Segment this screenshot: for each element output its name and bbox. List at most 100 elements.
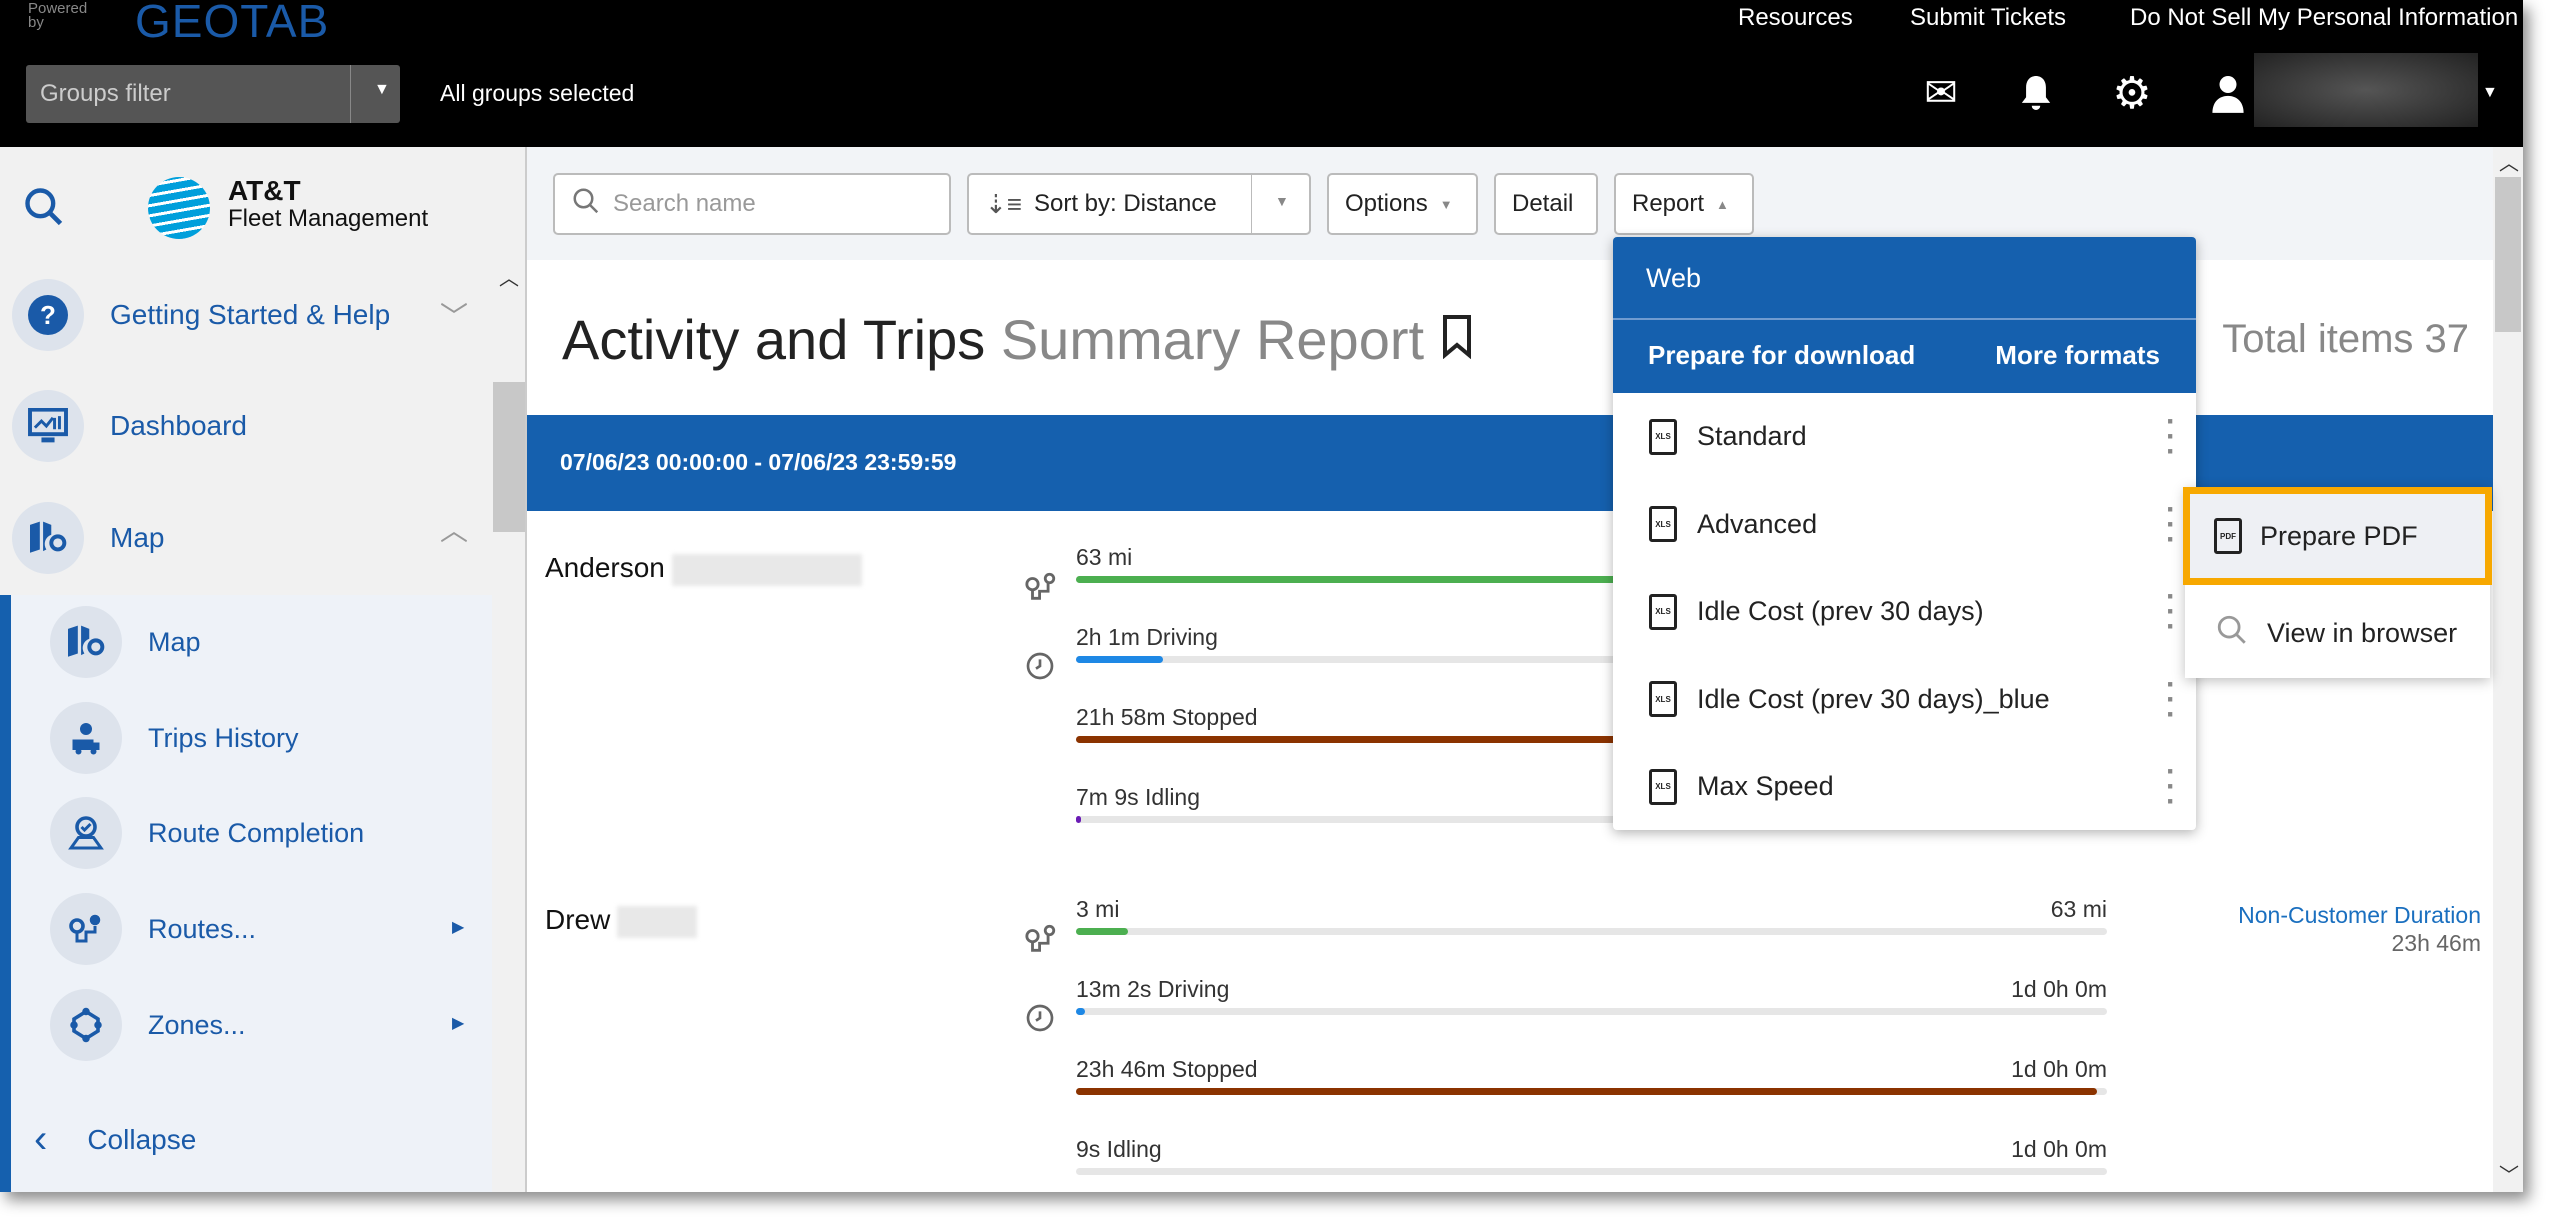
sidebar-item-label: Zones... <box>148 1009 246 1040</box>
sidebar-item-map[interactable]: Map <box>12 502 164 574</box>
chevron-up-icon[interactable]: ︿ <box>440 509 468 549</box>
search-input[interactable]: Search name <box>553 173 951 235</box>
sidebar-subitem-routes[interactable]: Routes... <box>50 893 256 965</box>
driver-group: Drew Non-Customer Duration 23h 46m 3 mi 63… <box>527 896 2493 1192</box>
report-item[interactable]: XLS Idle Cost (prev 30 days) · · · <box>1613 568 2196 655</box>
report-dropdown: Web Prepare for download More formats XL… <box>1613 237 2196 830</box>
help-icon: ? <box>12 279 84 351</box>
att-globe-logo <box>148 177 210 239</box>
more-vert-icon[interactable]: · · · <box>2166 582 2176 642</box>
metric-max: 63 mi <box>2050 896 2107 922</box>
caret-down-icon[interactable]: ▼ <box>1275 193 1289 209</box>
sidebar-subitem-trips-history[interactable]: Trips History <box>50 702 299 774</box>
routes-icon <box>50 893 122 965</box>
web-label: Web <box>1646 263 1702 293</box>
user-menu-caret-icon[interactable]: ▼ <box>2482 84 2498 102</box>
sidebar-item-label: Route Completion <box>148 817 365 848</box>
submit-tickets-link[interactable]: Submit Tickets <box>1910 4 2066 32</box>
metric-label: 21h 58m Stopped <box>1076 704 1258 730</box>
sidebar-scrollbar[interactable]: ︿ ﹀ <box>493 262 525 1192</box>
search-icon[interactable] <box>22 185 66 234</box>
xls-file-icon: XLS <box>1649 768 1677 805</box>
non-customer-duration-link[interactable]: Non-Customer Duration <box>2238 902 2481 929</box>
trips-history-icon <box>50 702 122 774</box>
report-item[interactable]: XLS Max Speed · · · <box>1613 743 2196 830</box>
prepare-pdf-option[interactable]: PDF Prepare PDF <box>2183 487 2492 585</box>
bell-icon[interactable] <box>2013 70 2059 116</box>
more-vert-icon[interactable]: · · · <box>2166 669 2176 729</box>
sidebar-item-label: Trips History <box>148 722 299 753</box>
sidebar-subitem-zones[interactable]: Zones... <box>50 989 246 1061</box>
pdf-file-icon: PDF <box>2214 518 2242 554</box>
metric-max: 1d 0h 0m <box>2011 1056 2107 1082</box>
report-item[interactable]: XLS Advanced · · · <box>1613 481 2196 568</box>
metric-label: 3 mi <box>1076 896 1120 922</box>
caret-right-icon[interactable]: ▶ <box>452 917 464 937</box>
report-button[interactable]: Report ▲ <box>1614 173 1754 235</box>
xls-file-icon: XLS <box>1649 593 1677 630</box>
groups-filter[interactable]: Groups filter ▼ <box>26 65 400 123</box>
options-button[interactable]: Options ▼ <box>1327 173 1478 235</box>
more-formats-tab[interactable]: More formats <box>1995 340 2160 371</box>
more-vert-icon[interactable]: · · · <box>2166 494 2176 554</box>
metric-label: 9s Idling <box>1076 1136 1162 1162</box>
sidebar-item-label: Routes... <box>148 913 257 944</box>
non-customer-duration-value: 23h 46m <box>2391 930 2481 956</box>
resources-link[interactable]: Resources <box>1738 4 1853 32</box>
groups-filter-placeholder: Groups filter <box>40 80 171 107</box>
report-item-label: Idle Cost (prev 30 days) <box>1697 596 1984 626</box>
route-icon <box>1024 570 1058 609</box>
logo-line1: AT&T <box>228 175 301 206</box>
detail-button[interactable]: Detail <box>1494 173 1598 235</box>
powered-by: Powered by <box>28 0 88 31</box>
metric-label: 2h 1m Driving <box>1076 624 1218 650</box>
sort-button[interactable]: ⇣≡ Sort by: Distance ▼ <box>967 173 1311 235</box>
sidebar-item-getting-started[interactable]: ? Getting Started & Help <box>12 279 390 351</box>
more-vert-icon[interactable]: · · · <box>2166 407 2176 467</box>
more-vert-icon[interactable]: · · · <box>2166 757 2176 817</box>
web-option[interactable]: Web <box>1613 237 2196 320</box>
report-item[interactable]: XLS Idle Cost (prev 30 days)_blue · · · <box>1613 656 2196 743</box>
mail-icon[interactable]: ✉ <box>1918 70 1964 116</box>
driver-name[interactable]: Drew <box>545 904 610 936</box>
metric-bar-track <box>1076 1088 2107 1095</box>
sidebar-item-label: Getting Started & Help <box>110 299 391 330</box>
caret-right-icon[interactable]: ▶ <box>452 1013 464 1033</box>
collapse-button[interactable]: ‹ Collapse <box>34 1117 196 1162</box>
user-name-redacted <box>2254 53 2478 127</box>
metric-bar-fill <box>1076 656 1163 663</box>
user-icon[interactable] <box>2205 70 2251 116</box>
xls-file-icon: XLS <box>1649 681 1677 717</box>
gear-icon[interactable]: ⚙ <box>2109 69 2155 118</box>
do-not-sell-link[interactable]: Do Not Sell My Personal Information <box>2130 4 2518 32</box>
collapse-label: Collapse <box>87 1123 197 1155</box>
main-scrollbar[interactable]: ︿ ﹀ <box>2493 147 2523 1192</box>
view-in-browser-label: View in browser <box>2267 617 2458 648</box>
sidebar-item-label: Map <box>148 626 201 657</box>
bookmark-icon[interactable] <box>1440 315 1474 369</box>
sidebar-item-dashboard[interactable]: Dashboard <box>12 390 247 462</box>
driver-name[interactable]: Anderson <box>545 552 665 584</box>
route-completion-icon <box>50 797 122 869</box>
route-icon <box>1024 922 1058 961</box>
sidebar-item-label: Dashboard <box>110 410 247 441</box>
report-item[interactable]: XLS Standard · · · <box>1613 393 2196 480</box>
caret-down-icon: ▼ <box>1439 196 1453 212</box>
detail-label: Detail <box>1512 190 1574 217</box>
report-item-label: Standard <box>1697 421 1807 451</box>
app-window: Powered by GEOTAB Groups filter ▼ All gr… <box>0 0 2523 1192</box>
metric-bar-track <box>1076 928 2107 935</box>
prepare-for-download-tab[interactable]: Prepare for download <box>1648 340 1915 371</box>
chevron-down-icon[interactable]: ﹀ <box>440 295 468 335</box>
view-in-browser-option[interactable]: View in browser <box>2185 595 2490 671</box>
geotab-logo: GEOTAB <box>135 0 330 47</box>
sidebar-subitem-route-completion[interactable]: Route Completion <box>50 797 364 869</box>
sidebar-subitem-map[interactable]: Map <box>50 606 201 678</box>
logo-line2: Fleet Management <box>228 205 429 232</box>
caret-down-icon[interactable]: ▼ <box>374 81 390 99</box>
clock-icon <box>1024 1002 1056 1039</box>
metric-bar-fill <box>1076 1008 1086 1015</box>
report-submenu: PDF Prepare PDF View in browser <box>2183 487 2492 678</box>
search-placeholder: Search name <box>613 190 756 217</box>
chevron-left-icon: ‹ <box>34 1117 48 1161</box>
